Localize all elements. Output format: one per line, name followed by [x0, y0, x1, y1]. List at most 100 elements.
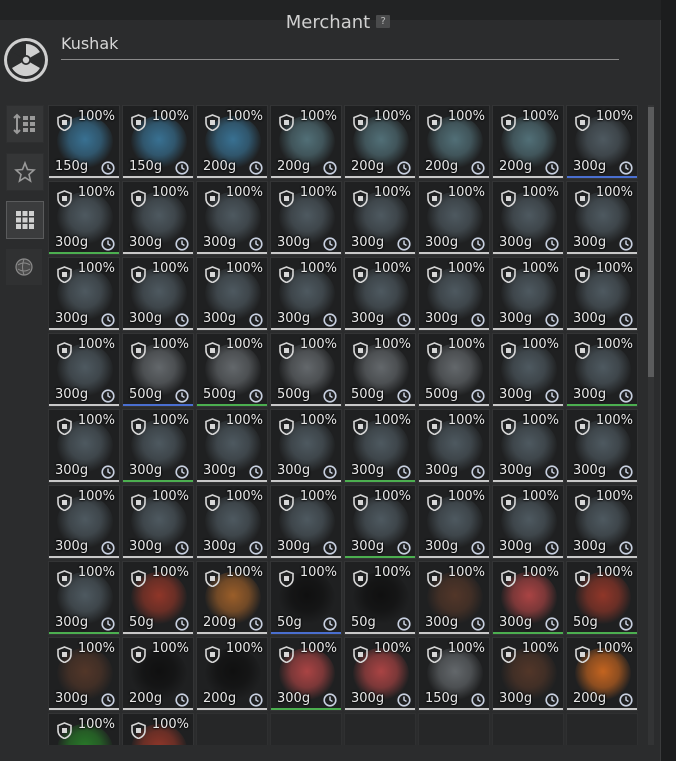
item-slot[interactable]: 100% 200g	[344, 105, 416, 179]
item-slot[interactable]: 100% 300g	[492, 257, 564, 331]
item-slot[interactable]: 100% 200g	[418, 105, 490, 179]
item-slot[interactable]: 100% 300g	[122, 409, 194, 483]
rarity-bar	[49, 404, 119, 406]
item-slot[interactable]: 100% 200g	[122, 637, 194, 711]
clock-icon	[249, 388, 263, 403]
item-slot[interactable]: 100%	[48, 713, 120, 745]
item-slot[interactable]: 100% 150g	[48, 105, 120, 179]
item-price: 300g	[129, 463, 163, 478]
shield-icon	[427, 494, 442, 512]
item-slot[interactable]: 100% 200g	[196, 637, 268, 711]
clock-icon	[249, 540, 263, 555]
clock-icon	[619, 616, 633, 631]
item-slot[interactable]: 100% 300g	[566, 333, 638, 407]
item-durability: 100%	[77, 337, 115, 352]
shield-icon	[427, 418, 442, 436]
item-price: 300g	[277, 311, 311, 326]
item-slot[interactable]: 100% 300g	[566, 485, 638, 559]
item-slot[interactable]: 100% 50g	[270, 561, 342, 635]
shield-icon	[57, 190, 72, 208]
item-price: 200g	[351, 159, 385, 174]
item-slot[interactable]: 100% 500g	[196, 333, 268, 407]
item-slot[interactable]: 100% 300g	[196, 181, 268, 255]
scrollbar-thumb[interactable]	[648, 107, 654, 377]
item-slot[interactable]: 100% 150g	[418, 637, 490, 711]
clock-icon	[175, 236, 189, 251]
item-slot[interactable]: 100% 300g	[344, 257, 416, 331]
item-slot[interactable]: 100% 300g	[566, 105, 638, 179]
item-slot[interactable]: 100% 300g	[122, 181, 194, 255]
shield-icon	[279, 190, 294, 208]
item-slot[interactable]: 100%	[122, 713, 194, 745]
rarity-bar	[49, 556, 119, 558]
item-slot[interactable]: 100% 500g	[344, 333, 416, 407]
item-slot[interactable]: 100% 50g	[566, 561, 638, 635]
item-slot[interactable]: 100% 300g	[122, 257, 194, 331]
item-slot[interactable]: 100% 300g	[418, 257, 490, 331]
item-slot[interactable]: 100% 300g	[344, 637, 416, 711]
clock-icon	[471, 464, 485, 479]
item-slot[interactable]: 100% 300g	[492, 409, 564, 483]
item-slot[interactable]: 100% 300g	[492, 333, 564, 407]
item-slot[interactable]: 100% 300g	[418, 561, 490, 635]
resources-button[interactable]	[6, 249, 42, 285]
item-slot[interactable]: 100% 500g	[270, 333, 342, 407]
item-slot[interactable]: 100% 300g	[492, 561, 564, 635]
item-slot[interactable]: 100% 300g	[566, 409, 638, 483]
item-slot[interactable]: 100% 500g	[418, 333, 490, 407]
item-slot[interactable]: 100% 300g	[270, 409, 342, 483]
window-title-text: Merchant	[285, 12, 371, 32]
item-slot[interactable]: 100% 200g	[270, 105, 342, 179]
item-slot[interactable]: 100% 200g	[566, 637, 638, 711]
item-slot[interactable]: 100% 300g	[418, 485, 490, 559]
rarity-bar	[271, 328, 341, 330]
item-slot[interactable]: 100% 300g	[270, 637, 342, 711]
shield-icon	[427, 342, 442, 360]
item-slot[interactable]: 100% 150g	[122, 105, 194, 179]
item-slot[interactable]: 100% 50g	[344, 561, 416, 635]
item-slot[interactable]: 100% 300g	[566, 181, 638, 255]
item-slot[interactable]: 100% 300g	[196, 409, 268, 483]
item-slot[interactable]: 100% 300g	[196, 485, 268, 559]
item-slot[interactable]: 100% 300g	[48, 333, 120, 407]
item-slot[interactable]: 100% 300g	[492, 637, 564, 711]
rarity-bar	[419, 252, 489, 254]
item-slot[interactable]: 100% 200g	[196, 561, 268, 635]
clock-icon	[471, 616, 485, 631]
shield-icon	[131, 722, 146, 740]
item-slot[interactable]: 100% 300g	[48, 485, 120, 559]
help-button[interactable]: ?	[376, 14, 391, 28]
item-slot[interactable]: 100% 300g	[270, 485, 342, 559]
sort-button[interactable]	[6, 105, 44, 143]
item-slot[interactable]: 100% 300g	[566, 257, 638, 331]
item-slot[interactable]: 100% 200g	[196, 105, 268, 179]
item-durability: 100%	[77, 565, 115, 580]
shield-icon	[205, 342, 220, 360]
item-slot[interactable]: 100% 300g	[492, 485, 564, 559]
item-slot[interactable]: 100% 300g	[344, 485, 416, 559]
item-slot[interactable]: 100% 500g	[122, 333, 194, 407]
item-slot[interactable]: 100% 300g	[270, 257, 342, 331]
grid-view-button[interactable]	[6, 201, 44, 239]
item-slot[interactable]: 100% 300g	[48, 257, 120, 331]
item-slot[interactable]: 100% 300g	[344, 181, 416, 255]
item-slot[interactable]: 100% 300g	[418, 181, 490, 255]
item-slot[interactable]: 100% 300g	[48, 637, 120, 711]
item-price: 300g	[55, 691, 89, 706]
item-slot[interactable]: 100% 300g	[344, 409, 416, 483]
item-slot[interactable]: 100% 300g	[48, 561, 120, 635]
item-slot[interactable]: 100% 200g	[492, 105, 564, 179]
item-slot[interactable]: 100% 300g	[122, 485, 194, 559]
item-slot[interactable]: 100% 300g	[196, 257, 268, 331]
item-slot[interactable]: 100% 300g	[48, 181, 120, 255]
item-slot[interactable]: 100% 300g	[48, 409, 120, 483]
item-slot[interactable]: 100% 50g	[122, 561, 194, 635]
shield-icon	[575, 646, 590, 664]
item-durability: 100%	[447, 185, 485, 200]
inventory-scrollbar[interactable]	[648, 105, 654, 745]
item-slot[interactable]: 100% 300g	[418, 409, 490, 483]
item-slot[interactable]: 100% 300g	[270, 181, 342, 255]
favorites-button[interactable]	[6, 153, 44, 191]
item-slot[interactable]: 100% 300g	[492, 181, 564, 255]
rarity-bar	[123, 404, 193, 406]
